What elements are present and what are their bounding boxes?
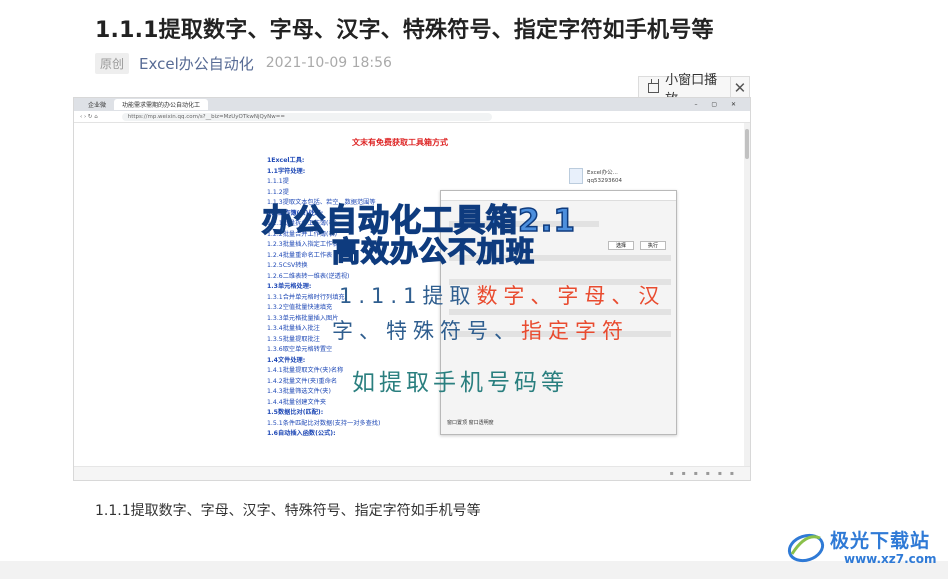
- close-icon[interactable]: ✕: [731, 79, 749, 97]
- overlay-line-3-b: 数字、字母、汉: [476, 284, 666, 308]
- video-url: https://mp.weixin.qq.com/s?__biz=MzUyOTk…: [121, 112, 492, 121]
- contact-name: Excel办公...: [587, 170, 618, 176]
- video-caption: 1.1.1提取数字、字母、汉字、特殊符号、指定字符如手机号等: [95, 503, 481, 519]
- dialog-select-button: 选择: [608, 241, 634, 250]
- article-page: 1.1.1提取数字、字母、汉字、特殊符号、指定字符如手机号等 原创 Excel办…: [0, 0, 948, 579]
- doc-list-item: 1.6自动插入函数(公式):: [267, 430, 336, 437]
- video-player[interactable]: 企业微 功能需求需期的办公自动化工 – ▢ ✕ ‹ › ↻ ⌂ https://…: [73, 97, 751, 481]
- overlay-line-3-a: 1.1.1提取: [339, 284, 477, 308]
- tv-icon: [648, 82, 660, 93]
- original-badge: 原创: [95, 52, 130, 74]
- watermark-name: 极光下载站: [830, 530, 931, 552]
- overlay-line-4-b: 特殊符号、: [386, 319, 521, 343]
- article-title: 1.1.1提取数字、字母、汉字、特殊符号、指定字符如手机号等: [95, 18, 714, 43]
- video-scrollbar: [744, 123, 750, 468]
- article-meta: 原创 Excel办公自动化 2021-10-09 18:56: [95, 52, 392, 74]
- overlay-title-2: 高效办公不加班: [331, 234, 536, 269]
- video-status-bar: ▪▪▪▪▪▪: [74, 466, 750, 480]
- mini-window-button[interactable]: 小窗口播放 ✕: [638, 73, 750, 107]
- watermark-url: www.xz7.com: [844, 552, 937, 566]
- video-tab-2: 功能需求需期的办公自动化工: [114, 99, 209, 110]
- doc-list-item: 1Excel工具:: [267, 157, 305, 164]
- site-watermark: 极光下载站 www.xz7.com: [786, 524, 946, 570]
- overlay-line-3: 1.1.1提取数字、字母、汉: [339, 280, 665, 310]
- doc-list-item: 1.4.4批量创建文件夹: [267, 398, 327, 406]
- dialog-run-button: 执行: [640, 241, 666, 250]
- doc-list-item: 1.1字符处理:: [267, 167, 306, 175]
- doc-list-item: 1.5.1条件匹配比对数据(支持一对多查找): [267, 419, 381, 427]
- doc-header: 文末有免费获取工具箱方式: [352, 138, 448, 147]
- aurora-logo-icon: [787, 533, 825, 563]
- doc-list-item: 1.5数据比对(匹配):: [267, 409, 324, 416]
- video-address-bar: ‹ › ↻ ⌂ https://mp.weixin.qq.com/s?__biz…: [74, 111, 750, 123]
- window-controls-icon: – ▢ ✕: [694, 101, 742, 108]
- contact-logo-icon: [569, 168, 583, 184]
- author-link[interactable]: Excel办公自动化: [139, 53, 254, 74]
- doc-list-item: 1.3.6取空单元格转置空: [267, 346, 333, 353]
- video-document: 文末有免费获取工具箱方式 1Excel工具: 1.1字符处理: 1.1.1提 1.1.…: [74, 123, 750, 468]
- overlay-line-4-c: 指定字符: [521, 319, 629, 343]
- doc-list-item: 1.1.1提: [267, 178, 289, 185]
- video-tab-1: 企业微: [88, 102, 107, 109]
- overlay-line-4-a: 字、: [332, 319, 386, 343]
- video-browser-tabs: 企业微 功能需求需期的办公自动化工 – ▢ ✕: [74, 98, 750, 111]
- contact-card: Excel办公... qq53293604: [569, 166, 629, 188]
- nav-arrows-icon: ‹ › ↻ ⌂: [80, 113, 98, 120]
- contact-id: qq53293604: [587, 178, 622, 184]
- overlay-line-4: 字、特殊符号、指定字符: [332, 315, 629, 345]
- scrollbar-thumb: [745, 129, 749, 159]
- publish-date: 2021-10-09 18:56: [265, 55, 392, 71]
- dialog-footer: 窗口置顶 窗口透明度: [447, 420, 494, 426]
- overlay-line-5: 如提取手机号码等: [352, 370, 568, 396]
- dialog-buttons: 选择 执行: [608, 241, 666, 250]
